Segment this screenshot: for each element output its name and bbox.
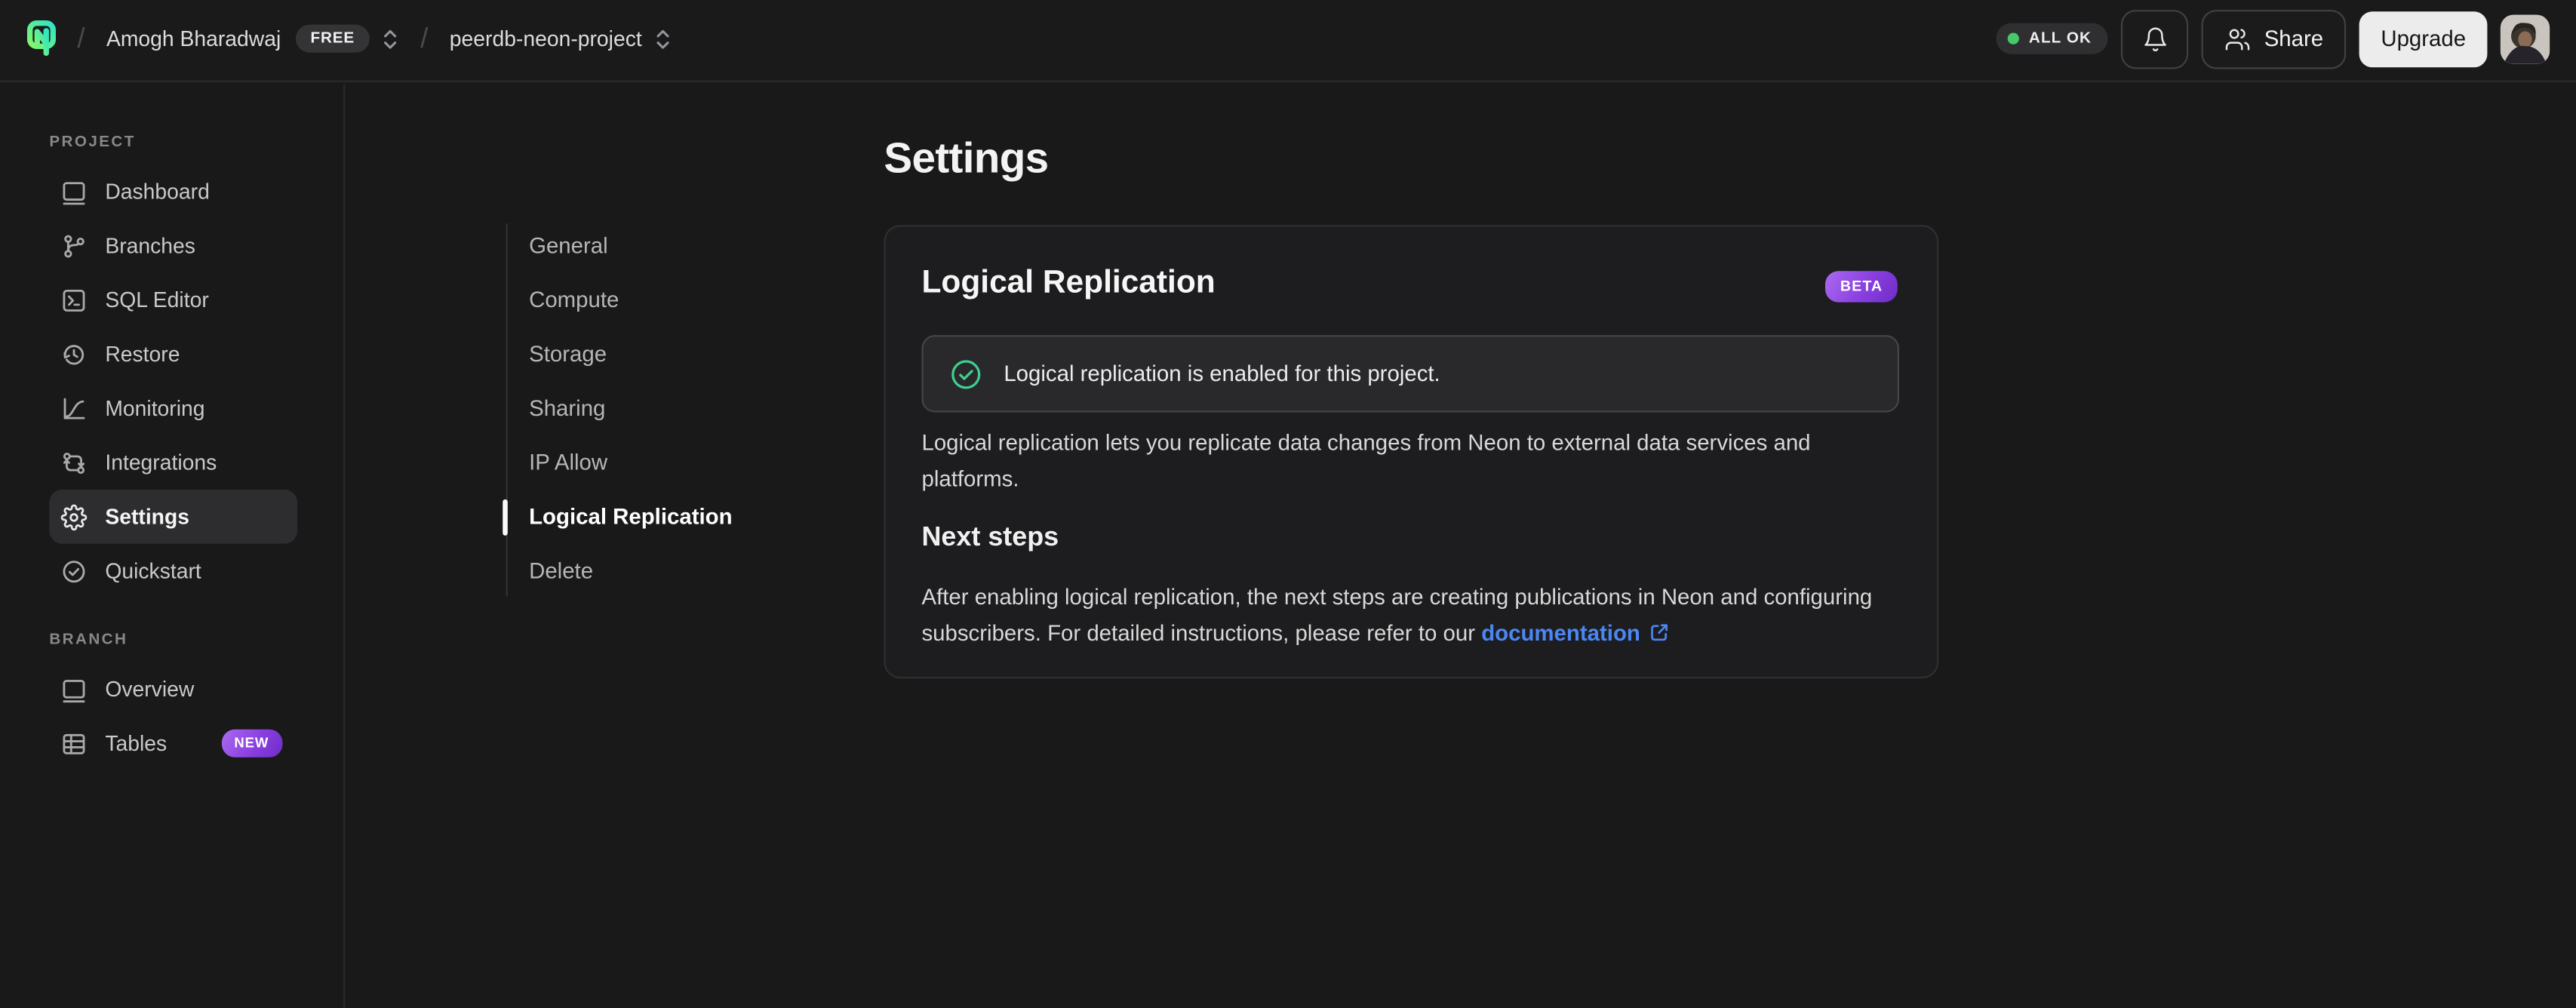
sidebar-item-restore[interactable]: Restore (49, 327, 297, 381)
external-link-icon[interactable] (1649, 621, 1671, 644)
next-steps-line: After enabling logical replication, the … (921, 585, 1873, 610)
settings-nav-general[interactable]: General (529, 219, 776, 273)
sidebar-item-label: Integrations (105, 450, 217, 475)
sidebar-item-overview[interactable]: Overview (49, 662, 297, 716)
next-steps-paragraph: After enabling logical replication, the … (921, 580, 1914, 653)
org-name[interactable]: Amogh Bharadwaj (106, 26, 281, 51)
settings-nav-logical-replication[interactable]: Logical Replication (529, 490, 776, 544)
org-selector-chevron-icon[interactable] (381, 26, 399, 52)
documentation-link[interactable]: documentation (1481, 621, 1640, 646)
sql-editor-icon (63, 288, 85, 311)
project-selector-chevron-icon[interactable] (653, 26, 672, 52)
breadcrumb: / Amogh Bharadwaj FREE / peerdb-neon-pro… (26, 19, 672, 58)
sidebar-item-label: Dashboard (105, 179, 210, 204)
beta-badge: BETA (1825, 271, 1898, 303)
plan-badge: FREE (295, 24, 370, 54)
settings-nav-ip-allow[interactable]: IP Allow (529, 435, 776, 490)
success-check-icon (951, 359, 981, 389)
notifications-button[interactable] (2121, 8, 2189, 69)
avatar[interactable] (2500, 14, 2550, 63)
dashboard-icon (63, 181, 85, 204)
neon-console-window: / Amogh Bharadwaj FREE / peerdb-neon-pro… (0, 0, 2576, 1008)
breadcrumb-separator: / (77, 22, 85, 54)
sidebar-item-label: Overview (105, 677, 195, 702)
settings-nav-active-indicator (503, 499, 508, 536)
bell-icon (2144, 26, 2166, 51)
description-paragraph: Logical replication lets you replicate d… (921, 426, 1914, 498)
status-label: ALL OK (2028, 29, 2092, 48)
alert-text: Logical replication is enabled for this … (1004, 361, 1440, 386)
sidebar-item-label: Branches (105, 233, 195, 258)
logical-replication-card: Logical Replication BETA Logical replica… (884, 225, 1939, 679)
success-alert: Logical replication is enabled for this … (921, 335, 1899, 413)
next-steps-title: Next steps (921, 522, 1059, 552)
monitoring-icon (63, 397, 85, 419)
upgrade-button[interactable]: Upgrade (2359, 11, 2488, 67)
share-label: Share (2264, 26, 2324, 51)
sidebar-item-quickstart[interactable]: Quickstart (49, 544, 297, 598)
avatar-image (2500, 14, 2550, 63)
sidebar-item-integrations[interactable]: Integrations (49, 435, 297, 490)
sidebar-item-label: Restore (105, 341, 180, 367)
settings-nav-compute[interactable]: Compute (529, 272, 776, 327)
description-line: Logical replication lets you replicate d… (921, 430, 1811, 456)
branches-icon (64, 234, 85, 257)
project-name[interactable]: peerdb-neon-project (450, 26, 642, 51)
status-badge[interactable]: ALL OK (1996, 23, 2108, 54)
sidebar-item-sql-editor[interactable]: SQL Editor (49, 272, 297, 327)
gear-icon (60, 503, 88, 530)
settings-nav-storage[interactable]: Storage (529, 327, 776, 381)
settings-nav-delete[interactable]: Delete (529, 544, 776, 598)
upgrade-label: Upgrade (2381, 26, 2467, 51)
sidebar-item-tables[interactable]: Tables NEW (49, 716, 297, 770)
share-button[interactable]: Share (2201, 8, 2347, 69)
card-title: Logical Replication (921, 264, 1216, 301)
sidebar-item-label: Monitoring (105, 395, 205, 421)
sidebar-item-label: SQL Editor (105, 287, 209, 312)
tables-icon (63, 733, 85, 754)
integrations-icon (63, 451, 85, 473)
settings-nav-sharing[interactable]: Sharing (529, 381, 776, 435)
status-dot (2007, 32, 2019, 45)
breadcrumb-separator: / (420, 22, 429, 54)
sidebar-item-branches[interactable]: Branches (49, 219, 297, 273)
users-icon (2226, 28, 2250, 50)
sidebar-section-project: PROJECT (49, 133, 136, 152)
description-line: platforms. (921, 466, 1019, 492)
page-title: Settings (884, 133, 1049, 183)
settings-nav-rule (506, 223, 508, 597)
top-bar-actions: ALL OK Share Upgrade (1996, 8, 2550, 69)
sidebar-item-monitoring[interactable]: Monitoring (49, 381, 297, 435)
restore-icon (63, 344, 85, 364)
neon-logo-icon[interactable] (26, 19, 57, 58)
sidebar-item-label: Settings (105, 504, 190, 530)
top-bar: / Amogh Bharadwaj FREE / peerdb-neon-pro… (0, 0, 2576, 82)
settings-nav: General Compute Storage Sharing IP Allow… (529, 219, 776, 598)
sidebar: PROJECT Dashboard Branches SQL Editor Re… (0, 84, 346, 1008)
sidebar-section-branch: BRANCH (49, 631, 128, 650)
next-steps-line: subscribers. For detailed instructions, … (921, 621, 1482, 646)
sidebar-item-label: Tables (105, 730, 168, 756)
check-circle-icon (63, 560, 85, 582)
sidebar-item-settings[interactable]: Settings (49, 489, 298, 544)
window-icon (63, 678, 85, 702)
sidebar-item-label: Quickstart (105, 558, 201, 583)
sidebar-item-dashboard[interactable]: Dashboard (49, 164, 297, 219)
new-badge: NEW (221, 730, 282, 758)
